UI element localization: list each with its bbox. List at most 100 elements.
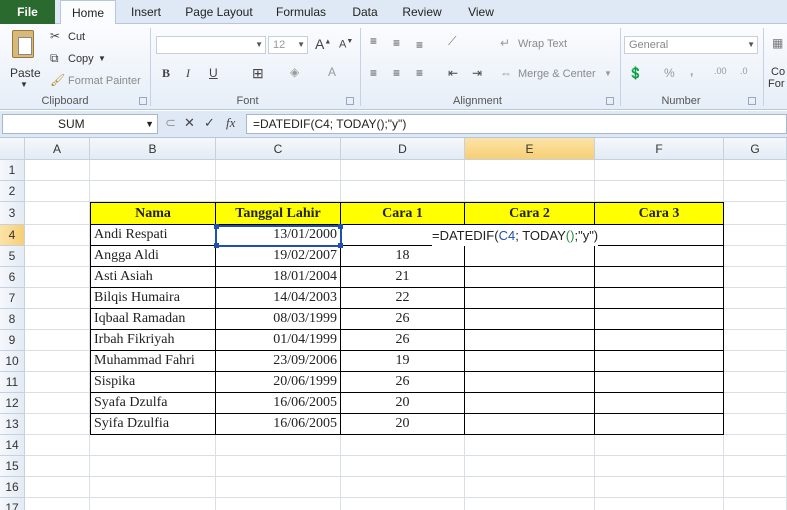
tab-file[interactable]: File (0, 0, 55, 24)
row-header[interactable]: 12 (0, 393, 25, 414)
row-header[interactable]: 2 (0, 181, 25, 202)
tab-review[interactable]: Review (398, 0, 446, 24)
cell[interactable] (724, 393, 787, 414)
borders-icon[interactable]: ⊞ (252, 65, 264, 82)
grow-font-icon[interactable]: A▲ (315, 36, 331, 52)
cell[interactable] (25, 309, 90, 330)
row-header[interactable]: 1 (0, 160, 25, 181)
cara1-cell[interactable]: 19 (341, 351, 465, 372)
cell[interactable] (595, 456, 724, 477)
name-cell[interactable]: Andi Respati (90, 225, 216, 246)
currency-icon[interactable]: 💲 (628, 66, 643, 80)
format-painter-button[interactable]: 🖌 Format Painter (50, 73, 150, 89)
cell[interactable] (724, 309, 787, 330)
align-top-icon[interactable]: ≡ (370, 34, 377, 48)
cara3-cell[interactable] (595, 414, 724, 435)
tab-insert[interactable]: Insert (125, 0, 167, 24)
font-size-combo[interactable]: 12 ▼ (268, 36, 308, 54)
table-header-cell[interactable]: Nama (90, 202, 216, 225)
cara2-cell[interactable] (465, 267, 595, 288)
cell[interactable] (25, 288, 90, 309)
clipboard-launcher-icon[interactable] (139, 97, 147, 105)
align-bottom-icon[interactable]: ≡ (416, 38, 423, 52)
cara1-cell[interactable]: 20 (341, 414, 465, 435)
cell[interactable] (90, 456, 216, 477)
row-header[interactable]: 11 (0, 372, 25, 393)
cancel-icon[interactable]: ✕ (184, 115, 195, 131)
cell[interactable] (724, 456, 787, 477)
cara2-cell[interactable] (465, 351, 595, 372)
tab-formulas[interactable]: Formulas (270, 0, 332, 24)
cell[interactable] (25, 267, 90, 288)
tab-home[interactable]: Home (60, 0, 116, 25)
cell[interactable] (724, 246, 787, 267)
bold-button[interactable]: B (162, 66, 170, 81)
align-right-icon[interactable]: ≡ (416, 66, 423, 80)
comma-style-button[interactable]: , (690, 64, 693, 78)
tab-data[interactable]: Data (347, 0, 383, 24)
font-launcher-icon[interactable] (346, 97, 354, 105)
name-cell[interactable]: Muhammad Fahri (90, 351, 216, 372)
number-launcher-icon[interactable] (748, 97, 756, 105)
column-header[interactable]: E (465, 138, 595, 160)
table-header-cell[interactable]: Cara 2 (465, 202, 595, 225)
table-header-cell[interactable]: Cara 1 (341, 202, 465, 225)
birthdate-cell[interactable]: 14/04/2003 (216, 288, 341, 309)
decrease-decimal-icon[interactable]: .0 (740, 66, 748, 76)
row-header[interactable]: 6 (0, 267, 25, 288)
row-header[interactable]: 17 (0, 498, 25, 510)
cell[interactable] (341, 181, 465, 202)
cara1-cell[interactable]: 21 (341, 267, 465, 288)
column-header[interactable]: G (724, 138, 787, 160)
cara3-cell[interactable] (595, 288, 724, 309)
cara3-cell[interactable] (595, 309, 724, 330)
cara1-cell[interactable]: 26 (341, 372, 465, 393)
birthdate-cell[interactable]: 23/09/2006 (216, 351, 341, 372)
cell[interactable] (465, 435, 595, 456)
cell[interactable] (724, 181, 787, 202)
birthdate-cell[interactable]: 18/01/2004 (216, 267, 341, 288)
font-color-icon[interactable]: A (328, 65, 336, 79)
cell[interactable] (25, 372, 90, 393)
column-header[interactable]: F (595, 138, 724, 160)
cell[interactable] (25, 181, 90, 202)
row-header[interactable]: 8 (0, 309, 25, 330)
row-header[interactable]: 10 (0, 351, 25, 372)
birthdate-cell[interactable]: 20/06/1999 (216, 372, 341, 393)
cell[interactable] (341, 456, 465, 477)
column-header[interactable]: B (90, 138, 216, 160)
birthdate-cell[interactable]: 16/06/2005 (216, 414, 341, 435)
in-cell-formula-editor[interactable]: =DATEDIF(C4; TODAY();"y") (432, 225, 599, 246)
cara2-cell[interactable] (465, 414, 595, 435)
cell[interactable] (724, 498, 787, 510)
insert-function-button[interactable]: fx (226, 115, 235, 131)
cell[interactable] (465, 477, 595, 498)
cell[interactable] (724, 225, 787, 246)
cara2-cell[interactable] (465, 330, 595, 351)
row-header[interactable]: 9 (0, 330, 25, 351)
cell[interactable] (724, 330, 787, 351)
cell[interactable] (90, 435, 216, 456)
cell[interactable] (465, 498, 595, 510)
expand-icon[interactable]: ⊂ (165, 115, 176, 131)
cell[interactable] (595, 435, 724, 456)
column-header[interactable]: C (216, 138, 341, 160)
cara3-cell[interactable] (595, 225, 724, 246)
cara3-cell[interactable] (595, 330, 724, 351)
cara2-cell[interactable] (465, 393, 595, 414)
cell[interactable] (595, 160, 724, 181)
cara3-cell[interactable] (595, 267, 724, 288)
cara2-cell[interactable] (465, 246, 595, 267)
row-header[interactable]: 3 (0, 202, 25, 225)
name-cell[interactable]: Asti Asiah (90, 267, 216, 288)
row-header[interactable]: 5 (0, 246, 25, 267)
name-cell[interactable]: Iqbaal Ramadan (90, 309, 216, 330)
cell[interactable] (25, 202, 90, 225)
cell[interactable] (724, 202, 787, 225)
wrap-text-button[interactable]: ↵ Wrap Text (500, 36, 580, 52)
birthdate-cell[interactable]: 16/06/2005 (216, 393, 341, 414)
cell[interactable] (724, 351, 787, 372)
cara1-cell[interactable]: 22 (341, 288, 465, 309)
cell[interactable] (90, 477, 216, 498)
row-header[interactable]: 14 (0, 435, 25, 456)
